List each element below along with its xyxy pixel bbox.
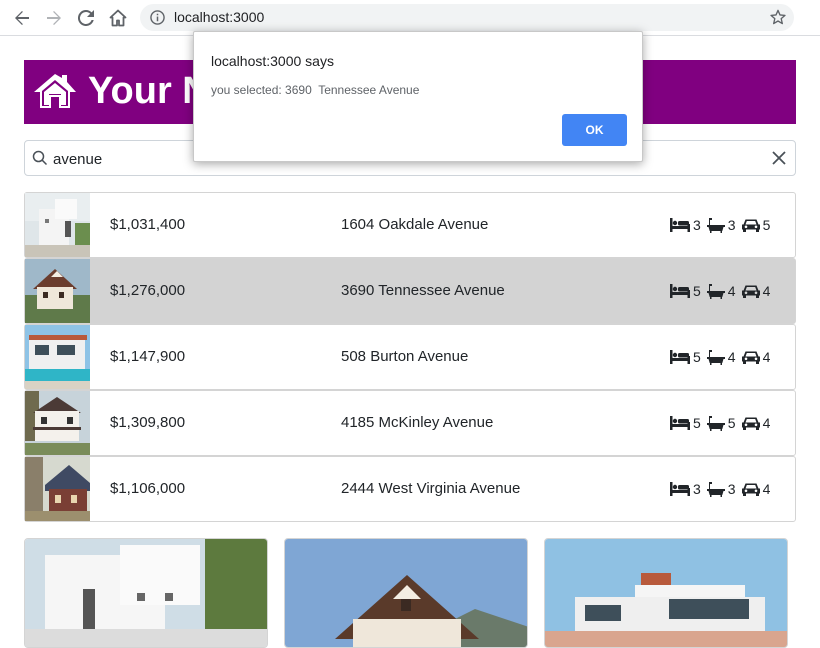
car-count: 4 <box>762 349 771 365</box>
property-thumbnail <box>25 457 90 521</box>
car-count: 4 <box>762 283 771 299</box>
dialog-message: you selected: 3690 Tennessee Avenue <box>211 83 420 97</box>
bath-count: 4 <box>727 349 736 365</box>
car-icon <box>741 417 760 430</box>
bath-icon <box>706 218 725 233</box>
property-cards <box>24 538 796 648</box>
listing-row[interactable]: $1,106,000 2444 West Virginia Avenue 3 3… <box>24 456 796 522</box>
bed-count: 5 <box>693 349 701 365</box>
property-image <box>545 539 787 647</box>
close-icon[interactable] <box>771 150 787 171</box>
property-card[interactable] <box>544 538 788 648</box>
dialog-title: localhost:3000 says <box>211 53 334 69</box>
listing-address: 1604 Oakdale Avenue <box>341 216 489 233</box>
property-image <box>285 539 527 647</box>
bed-icon <box>670 482 690 496</box>
ok-button[interactable]: OK <box>562 114 627 146</box>
bed-count: 3 <box>693 217 701 233</box>
bed-icon <box>670 416 690 430</box>
bed-icon <box>670 284 690 298</box>
search-icon <box>32 150 48 171</box>
property-thumbnail <box>25 325 90 389</box>
car-icon <box>741 483 760 496</box>
listing-row[interactable]: $1,276,000 3690 Tennessee Avenue 5 4 4 <box>24 258 796 324</box>
bed-icon <box>670 218 690 232</box>
bed-icon <box>670 350 690 364</box>
reload-button[interactable] <box>75 7 97 29</box>
listing-price: $1,106,000 <box>110 480 186 497</box>
app-title: Your N <box>88 70 210 112</box>
property-card[interactable] <box>24 538 268 648</box>
listing-address: 4185 McKinley Avenue <box>341 414 494 431</box>
arrow-right-icon <box>47 11 61 25</box>
listing-price: $1,031,400 <box>110 216 186 233</box>
listing-price: $1,309,800 <box>110 414 186 431</box>
listing-row[interactable]: $1,147,900 508 Burton Avenue 5 4 4 <box>24 324 796 390</box>
listing-list: $1,031,400 1604 Oakdale Avenue 3 3 5 $1,… <box>24 192 796 522</box>
listing-features: 5 5 4 <box>670 415 770 431</box>
bath-count: 5 <box>727 415 736 431</box>
car-icon <box>741 285 760 298</box>
listing-address: 2444 West Virginia Avenue <box>341 480 521 497</box>
address-bar[interactable]: localhost:3000 <box>140 4 794 31</box>
bath-icon <box>706 350 725 365</box>
car-icon <box>741 219 760 232</box>
property-thumbnail <box>25 391 90 455</box>
car-icon <box>741 351 760 364</box>
listing-features: 5 4 4 <box>670 283 770 299</box>
listing-price: $1,147,900 <box>110 348 186 365</box>
listing-features: 5 4 4 <box>670 349 770 365</box>
url-text: localhost:3000 <box>174 9 265 25</box>
listing-features: 3 3 5 <box>670 217 770 233</box>
star-icon[interactable] <box>770 9 786 30</box>
listing-price: $1,276,000 <box>110 282 186 299</box>
arrow-left-icon <box>15 11 29 25</box>
house-icon <box>32 72 78 115</box>
car-count: 4 <box>762 481 771 497</box>
alert-dialog: localhost:3000 says you selected: 3690 T… <box>193 31 643 162</box>
home-button[interactable] <box>107 7 129 29</box>
listing-row[interactable]: $1,309,800 4185 McKinley Avenue 5 5 4 <box>24 390 796 456</box>
property-thumbnail <box>25 193 90 257</box>
property-thumbnail <box>25 259 90 323</box>
reload-icon <box>78 10 94 26</box>
bath-count: 3 <box>727 481 736 497</box>
listing-address: 3690 Tennessee Avenue <box>341 282 505 299</box>
home-icon <box>109 9 127 27</box>
bed-count: 5 <box>693 283 701 299</box>
bath-icon <box>706 284 725 299</box>
bed-count: 3 <box>693 481 701 497</box>
property-image <box>25 539 267 647</box>
property-card[interactable] <box>284 538 528 648</box>
listing-address: 508 Burton Avenue <box>341 348 469 365</box>
listing-row[interactable]: $1,031,400 1604 Oakdale Avenue 3 3 5 <box>24 192 796 258</box>
car-count: 4 <box>762 415 771 431</box>
bath-icon <box>706 482 725 497</box>
info-icon[interactable] <box>150 10 165 30</box>
bath-count: 4 <box>727 283 736 299</box>
listing-features: 3 3 4 <box>670 481 770 497</box>
bath-count: 3 <box>727 217 736 233</box>
back-button[interactable] <box>11 7 33 29</box>
car-count: 5 <box>762 217 771 233</box>
forward-button[interactable] <box>43 7 65 29</box>
bath-icon <box>706 416 725 431</box>
bed-count: 5 <box>693 415 701 431</box>
